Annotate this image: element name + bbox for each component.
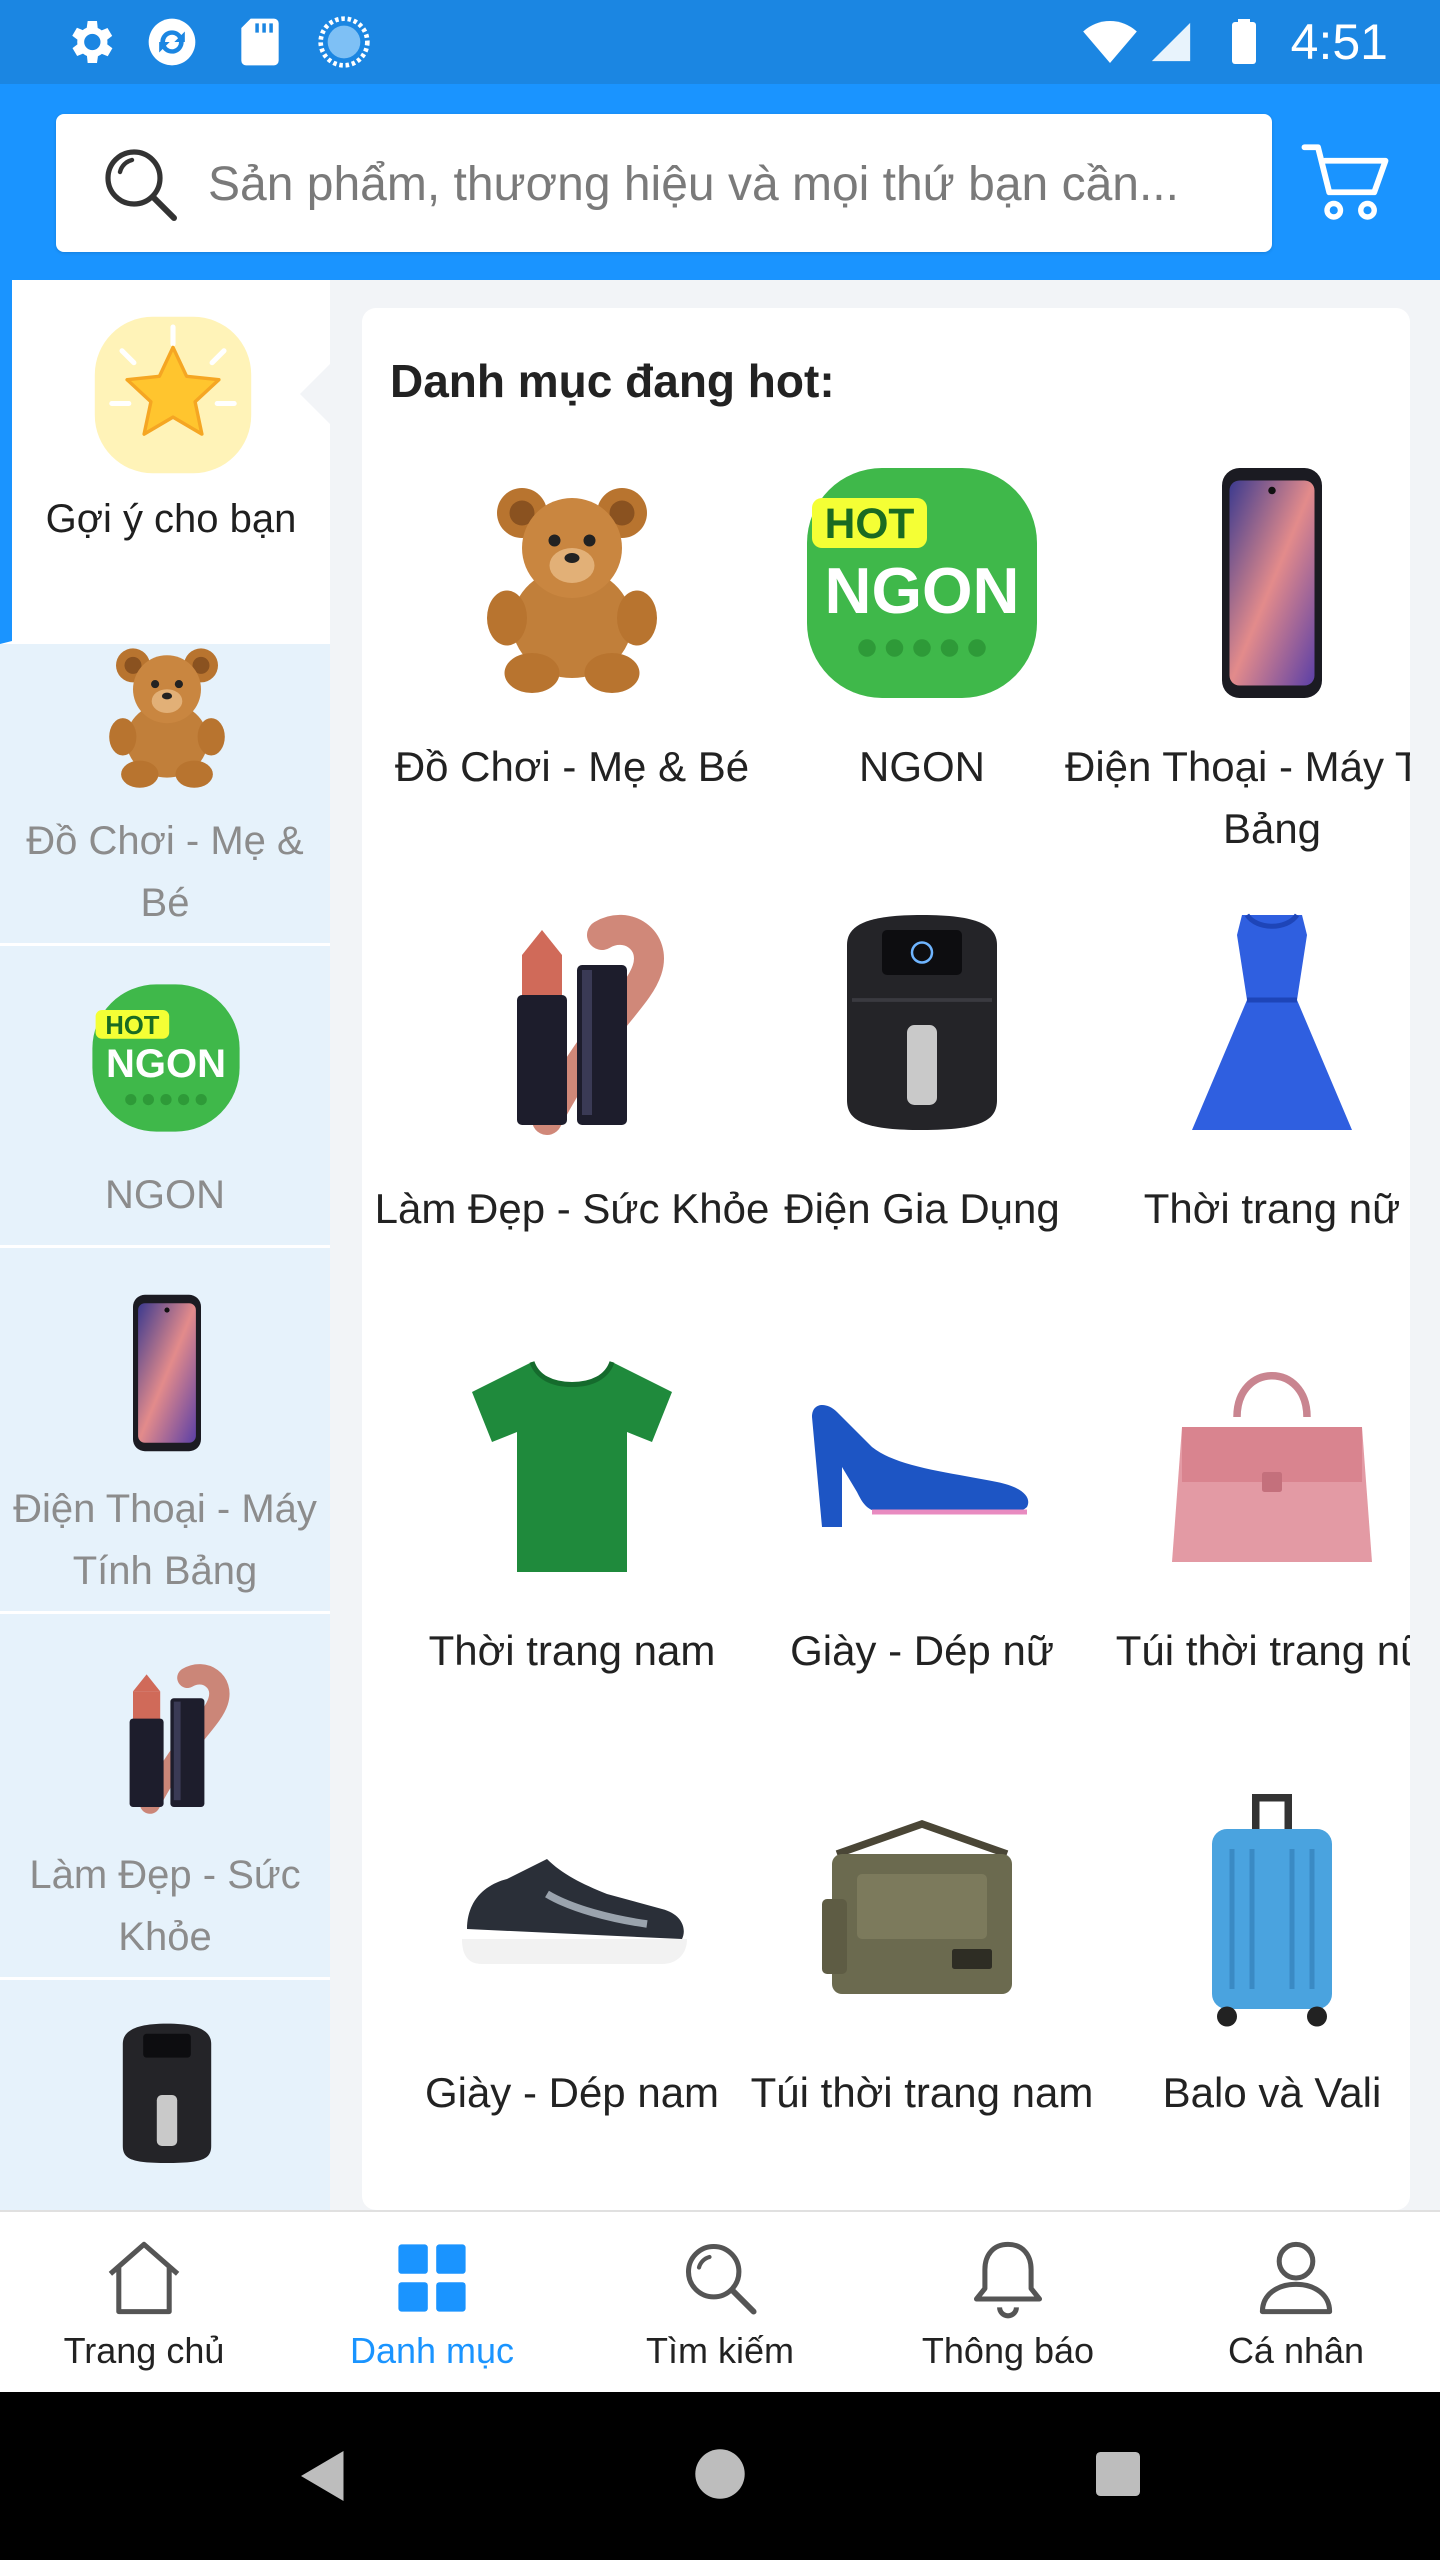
nav-label: Thông báo <box>921 2330 1095 2371</box>
sidebar-item-label: Gợi ý cho bạn <box>45 497 297 541</box>
loading-circle-icon <box>318 16 370 68</box>
nav-notifications[interactable]: Thông báo <box>864 2212 1152 2392</box>
sneaker-icon <box>462 1859 687 1964</box>
cart-icon[interactable] <box>1300 136 1390 226</box>
star-icon <box>94 316 252 474</box>
bottom-navigation: Trang chủ Danh mục Tìm kiếm Thông báo Cá… <box>0 2210 1440 2392</box>
messenger-bag-icon <box>822 1820 1012 1994</box>
sidebar-item-phones[interactable]: Điện Thoại - Máy Tính Bảng <box>0 1248 330 1614</box>
nav-label: Cá nhân <box>1227 2330 1365 2371</box>
category-label: Điện Thoại - Máy Tính Bảng <box>1065 743 1410 852</box>
category-label: Balo và Vali <box>1162 2069 1382 2116</box>
search-icon <box>685 2243 757 2315</box>
lipstick-icon <box>517 915 664 1135</box>
search-input[interactable] <box>206 114 1250 254</box>
sidebar-item-appliances[interactable] <box>0 1980 330 2210</box>
nav-home[interactable]: Trang chủ <box>0 2212 288 2392</box>
heel-shoe-icon <box>812 1405 1029 1527</box>
status-bar: 4:51 <box>0 0 1440 84</box>
smartphone-icon <box>133 1294 201 1452</box>
dress-icon <box>1192 913 1352 1130</box>
nav-search[interactable]: Tìm kiếm <box>576 2212 864 2392</box>
category-luggage[interactable]: Balo và Vali <box>1062 1784 1402 2210</box>
category-women-fashion[interactable]: Thời trang nữ <box>1062 900 1402 1330</box>
settings-gear-icon <box>72 21 113 63</box>
sidebar-item-label: Đồ Chơi - Mẹ & Bé <box>26 819 304 925</box>
battery-icon <box>1232 19 1256 64</box>
recents-square-icon[interactable] <box>1096 2452 1140 2496</box>
section-title: Danh mục đang hot: <box>390 355 835 407</box>
category-phones[interactable]: Điện Thoại - Máy Tính Bảng <box>1062 458 1410 888</box>
nav-profile[interactable]: Cá nhân <box>1152 2212 1440 2392</box>
lipstick-icon <box>129 1664 230 1814</box>
category-label: Thời trang nữ <box>1143 1185 1401 1232</box>
category-toys[interactable]: Đồ Chơi - Mẹ & Bé <box>362 458 749 888</box>
category-men-bags[interactable]: Túi thời trang nam <box>712 1784 1093 2210</box>
category-beauty[interactable]: Làm Đẹp - Sức Khỏe <box>362 900 769 1330</box>
signal-icon <box>1151 22 1191 62</box>
category-women-bags[interactable]: Túi thời trang nữ <box>1062 1342 1410 1772</box>
suitcase-icon <box>1212 1794 1332 2027</box>
category-label: Túi thời trang nữ <box>1115 1627 1410 1674</box>
status-time: 4:51 <box>1290 14 1388 70</box>
air-fryer-icon <box>122 2023 212 2163</box>
teddy-bear-icon <box>109 648 225 788</box>
home-circle-icon[interactable] <box>694 2448 746 2500</box>
back-triangle-icon[interactable] <box>296 2448 346 2504</box>
sidebar-item-toys[interactable]: Đồ Chơi - Mẹ & Bé <box>0 580 330 946</box>
category-appliances[interactable]: Điện Gia Dụng <box>712 900 1060 1330</box>
handbag-icon <box>1172 1372 1372 1562</box>
home-icon <box>108 2241 180 2315</box>
category-men-fashion[interactable]: Thời trang nam <box>362 1342 715 1772</box>
ngon-word-text: NGON <box>825 554 1020 627</box>
hot-badge-text: HOT <box>105 1012 159 1040</box>
category-grid-icon <box>398 2244 466 2312</box>
tshirt-icon <box>472 1361 672 1572</box>
category-men-shoes[interactable]: Giày - Dép nam <box>362 1784 719 2210</box>
sidebar-item-label: NGON <box>105 1173 225 1217</box>
active-pointer <box>300 364 330 424</box>
system-navigation-bar <box>0 2392 1440 2560</box>
category-ngon[interactable]: HOT NGON NGON <box>712 458 1052 888</box>
nav-label: Tìm kiếm <box>646 2330 794 2371</box>
nav-label: Trang chủ <box>63 2330 225 2371</box>
sidebar-item-label: Điện Thoại - Máy Tính Bảng <box>13 1487 317 1593</box>
category-sidebar: Gợi ý cho bạn Đồ Chơi - Mẹ & Bé HOT NGON… <box>0 280 330 2210</box>
sidebar-item-beauty[interactable]: Làm Đẹp - Sức Khỏe <box>0 1614 330 1980</box>
user-icon <box>1259 2241 1333 2315</box>
header <box>0 84 1440 280</box>
bell-icon <box>973 2241 1043 2319</box>
teddy-bear-icon <box>487 488 657 693</box>
search-icon <box>105 149 177 221</box>
nav-categories[interactable]: Danh mục <box>288 2212 576 2392</box>
sidebar-item-label: Làm Đẹp - Sức Khỏe <box>29 1853 301 1959</box>
smartphone-icon <box>1222 468 1322 698</box>
wifi-icon <box>1083 21 1137 63</box>
sync-app-icon <box>148 18 196 66</box>
hot-ngon-icon: HOT NGON <box>92 984 240 1132</box>
ngon-word-text: NGON <box>106 1042 226 1086</box>
hot-ngon-icon: HOT NGON <box>807 468 1037 698</box>
hot-categories-panel: Danh mục đang hot: Đồ Chơi - Mẹ & Bé HOT… <box>362 308 1410 2210</box>
air-fryer-icon <box>847 915 997 1130</box>
search-box[interactable] <box>56 114 1272 254</box>
sidebar-item-ngon[interactable]: HOT NGON NGON <box>0 946 330 1248</box>
category-women-shoes[interactable]: Giày - Dép nữ <box>712 1342 1054 1772</box>
sd-card-icon <box>241 18 279 66</box>
hot-badge-text: HOT <box>825 501 915 548</box>
nav-label: Danh mục <box>349 2330 515 2371</box>
